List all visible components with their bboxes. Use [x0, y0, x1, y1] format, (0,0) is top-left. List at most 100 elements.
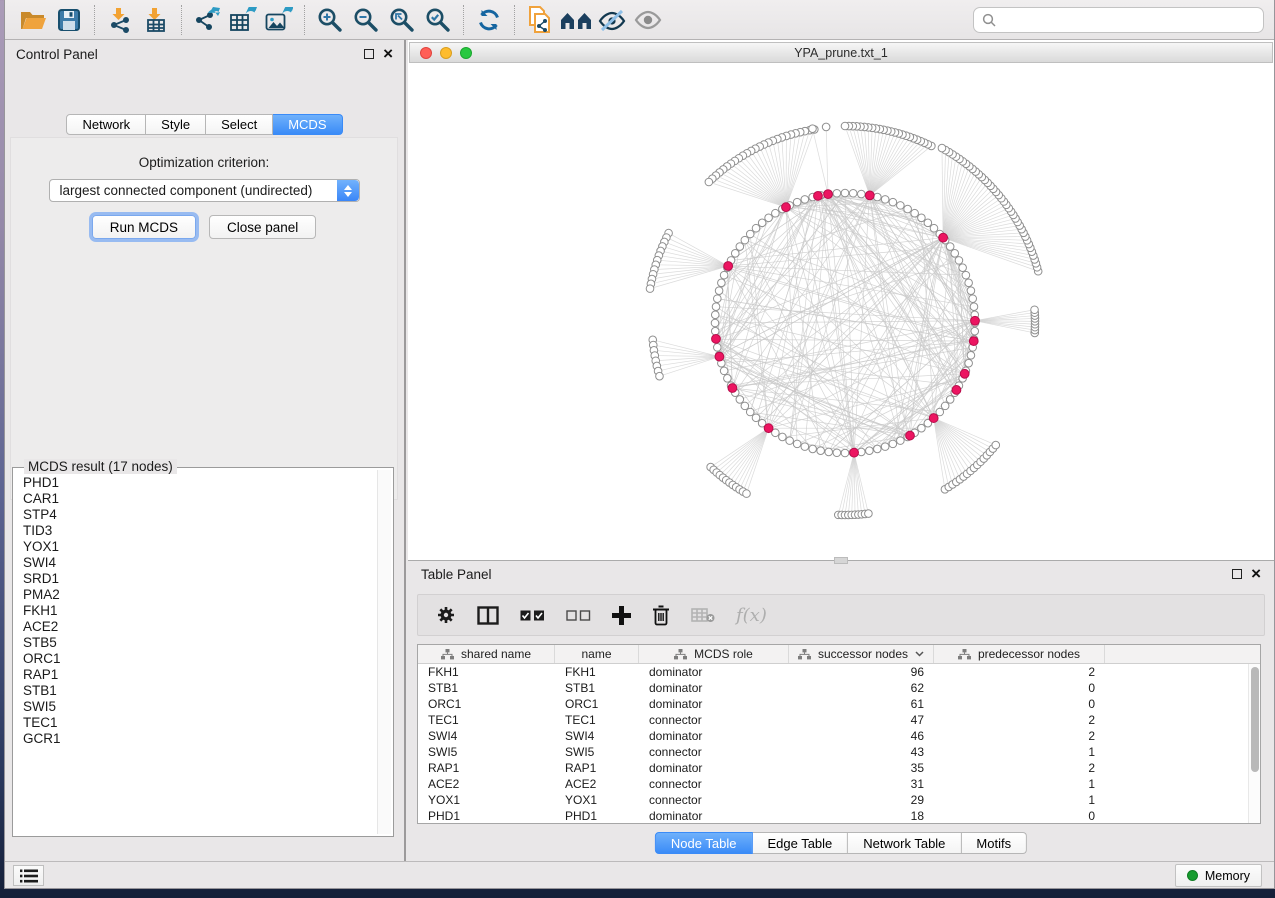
table-scroll-thumb[interactable]: [1251, 667, 1259, 772]
select-all-columns-button[interactable]: [520, 610, 545, 621]
search-input[interactable]: [1002, 12, 1255, 27]
cell-name[interactable]: ACE2: [555, 776, 639, 792]
clone-network-button[interactable]: [522, 3, 558, 37]
cell-shared_name[interactable]: FKH1: [418, 664, 555, 680]
table-row[interactable]: FKH1FKH1dominator962: [418, 664, 1248, 680]
mcds-result-item[interactable]: ACE2: [23, 619, 376, 635]
mcds-result-item[interactable]: RAP1: [23, 667, 376, 683]
refresh-button[interactable]: [471, 3, 507, 37]
cell-mcds_role[interactable]: connector: [639, 792, 789, 808]
cell-predecessor_nodes[interactable]: 2: [934, 728, 1105, 744]
cell-shared_name[interactable]: ORC1: [418, 696, 555, 712]
run-mcds-button[interactable]: Run MCDS: [92, 215, 196, 239]
cell-predecessor_nodes[interactable]: 1: [934, 776, 1105, 792]
cell-shared_name[interactable]: ACE2: [418, 776, 555, 792]
cell-predecessor_nodes[interactable]: 1: [934, 792, 1105, 808]
mcds-result-item[interactable]: STP4: [23, 507, 376, 523]
cell-name[interactable]: STB1: [555, 680, 639, 696]
table-row[interactable]: TEC1TEC1connector472: [418, 712, 1248, 728]
table-row[interactable]: PHD1PHD1dominator180: [418, 808, 1248, 823]
zoom-fit-button[interactable]: [384, 3, 420, 37]
close-table-panel-icon[interactable]: ×: [1251, 569, 1261, 579]
table-row[interactable]: SWI4SWI4dominator462: [418, 728, 1248, 744]
mcds-result-item[interactable]: SWI4: [23, 555, 376, 571]
cell-mcds_role[interactable]: dominator: [639, 680, 789, 696]
cell-successor_nodes[interactable]: 61: [789, 696, 934, 712]
cell-name[interactable]: SWI4: [555, 728, 639, 744]
cell-shared_name[interactable]: PHD1: [418, 808, 555, 823]
column-header-MCDS-role[interactable]: MCDS role: [639, 645, 789, 663]
network-graph[interactable]: [409, 63, 1275, 558]
show-all-button[interactable]: [630, 3, 666, 37]
import-network-button[interactable]: [102, 3, 138, 37]
cell-name[interactable]: RAP1: [555, 760, 639, 776]
close-panel-button[interactable]: Close panel: [209, 215, 316, 239]
close-panel-icon[interactable]: ×: [383, 49, 393, 59]
cell-mcds_role[interactable]: dominator: [639, 760, 789, 776]
mcds-result-item[interactable]: TID3: [23, 523, 376, 539]
mcds-result-list[interactable]: PHD1CAR1STP4TID3YOX1SWI4SRD1PMA2FKH1ACE2…: [15, 471, 376, 834]
cell-mcds_role[interactable]: connector: [639, 712, 789, 728]
cell-mcds_role[interactable]: dominator: [639, 728, 789, 744]
mcds-result-item[interactable]: PMA2: [23, 587, 376, 603]
cell-successor_nodes[interactable]: 35: [789, 760, 934, 776]
cell-name[interactable]: YOX1: [555, 792, 639, 808]
mcds-result-item[interactable]: SRD1: [23, 571, 376, 587]
cell-successor_nodes[interactable]: 46: [789, 728, 934, 744]
cell-mcds_role[interactable]: dominator: [639, 696, 789, 712]
delete-column-button[interactable]: [652, 605, 670, 626]
cell-predecessor_nodes[interactable]: 2: [934, 712, 1105, 728]
float-table-panel-icon[interactable]: [1232, 569, 1242, 579]
cell-name[interactable]: SWI5: [555, 744, 639, 760]
table-scrollbar[interactable]: [1248, 664, 1260, 823]
mcds-result-item[interactable]: SWI5: [23, 699, 376, 715]
cell-mcds_role[interactable]: connector: [639, 776, 789, 792]
import-table-button[interactable]: [138, 3, 174, 37]
zoom-out-button[interactable]: [348, 3, 384, 37]
delete-table-button[interactable]: [691, 608, 715, 623]
column-header-shared-name[interactable]: shared name: [418, 645, 555, 663]
cell-shared_name[interactable]: TEC1: [418, 712, 555, 728]
export-table-button[interactable]: [225, 3, 261, 37]
tab-network-table[interactable]: Network Table: [848, 832, 961, 854]
table-row[interactable]: STB1STB1dominator620: [418, 680, 1248, 696]
mcds-result-item[interactable]: PHD1: [23, 475, 376, 491]
cell-successor_nodes[interactable]: 18: [789, 808, 934, 823]
cell-mcds_role[interactable]: dominator: [639, 664, 789, 680]
cell-predecessor_nodes[interactable]: 0: [934, 696, 1105, 712]
cell-successor_nodes[interactable]: 62: [789, 680, 934, 696]
network-window-titlebar[interactable]: YPA_prune.txt_1: [409, 42, 1273, 63]
open-file-button[interactable]: [15, 3, 51, 37]
column-header-name[interactable]: name: [555, 645, 639, 663]
cell-successor_nodes[interactable]: 31: [789, 776, 934, 792]
tab-mcds[interactable]: MCDS: [273, 114, 342, 135]
export-network-button[interactable]: [189, 3, 225, 37]
column-header-successor-nodes[interactable]: successor nodes: [789, 645, 934, 663]
add-column-button[interactable]: [612, 606, 631, 625]
mcds-result-item[interactable]: ORC1: [23, 651, 376, 667]
mcds-result-item[interactable]: YOX1: [23, 539, 376, 555]
cell-successor_nodes[interactable]: 47: [789, 712, 934, 728]
memory-button[interactable]: Memory: [1175, 864, 1262, 887]
zoom-in-button[interactable]: [312, 3, 348, 37]
cell-predecessor_nodes[interactable]: 0: [934, 680, 1105, 696]
cell-predecessor_nodes[interactable]: 2: [934, 760, 1105, 776]
cell-predecessor_nodes[interactable]: 2: [934, 664, 1105, 680]
cell-successor_nodes[interactable]: 43: [789, 744, 934, 760]
table-settings-button[interactable]: [436, 605, 456, 625]
table-row[interactable]: YOX1YOX1connector291: [418, 792, 1248, 808]
table-row[interactable]: SWI5SWI5connector431: [418, 744, 1248, 760]
float-panel-icon[interactable]: [364, 49, 374, 59]
cell-name[interactable]: FKH1: [555, 664, 639, 680]
table-row[interactable]: ACE2ACE2connector311: [418, 776, 1248, 792]
table-row[interactable]: RAP1RAP1dominator352: [418, 760, 1248, 776]
save-session-button[interactable]: [51, 3, 87, 37]
first-neighbors-button[interactable]: [558, 3, 594, 37]
cell-mcds_role[interactable]: connector: [639, 744, 789, 760]
cell-mcds_role[interactable]: dominator: [639, 808, 789, 823]
hide-selected-button[interactable]: [594, 3, 630, 37]
mcds-result-item[interactable]: GCR1: [23, 731, 376, 747]
show-column-button[interactable]: [477, 606, 499, 625]
mcds-result-item[interactable]: CAR1: [23, 491, 376, 507]
export-image-button[interactable]: [261, 3, 297, 37]
